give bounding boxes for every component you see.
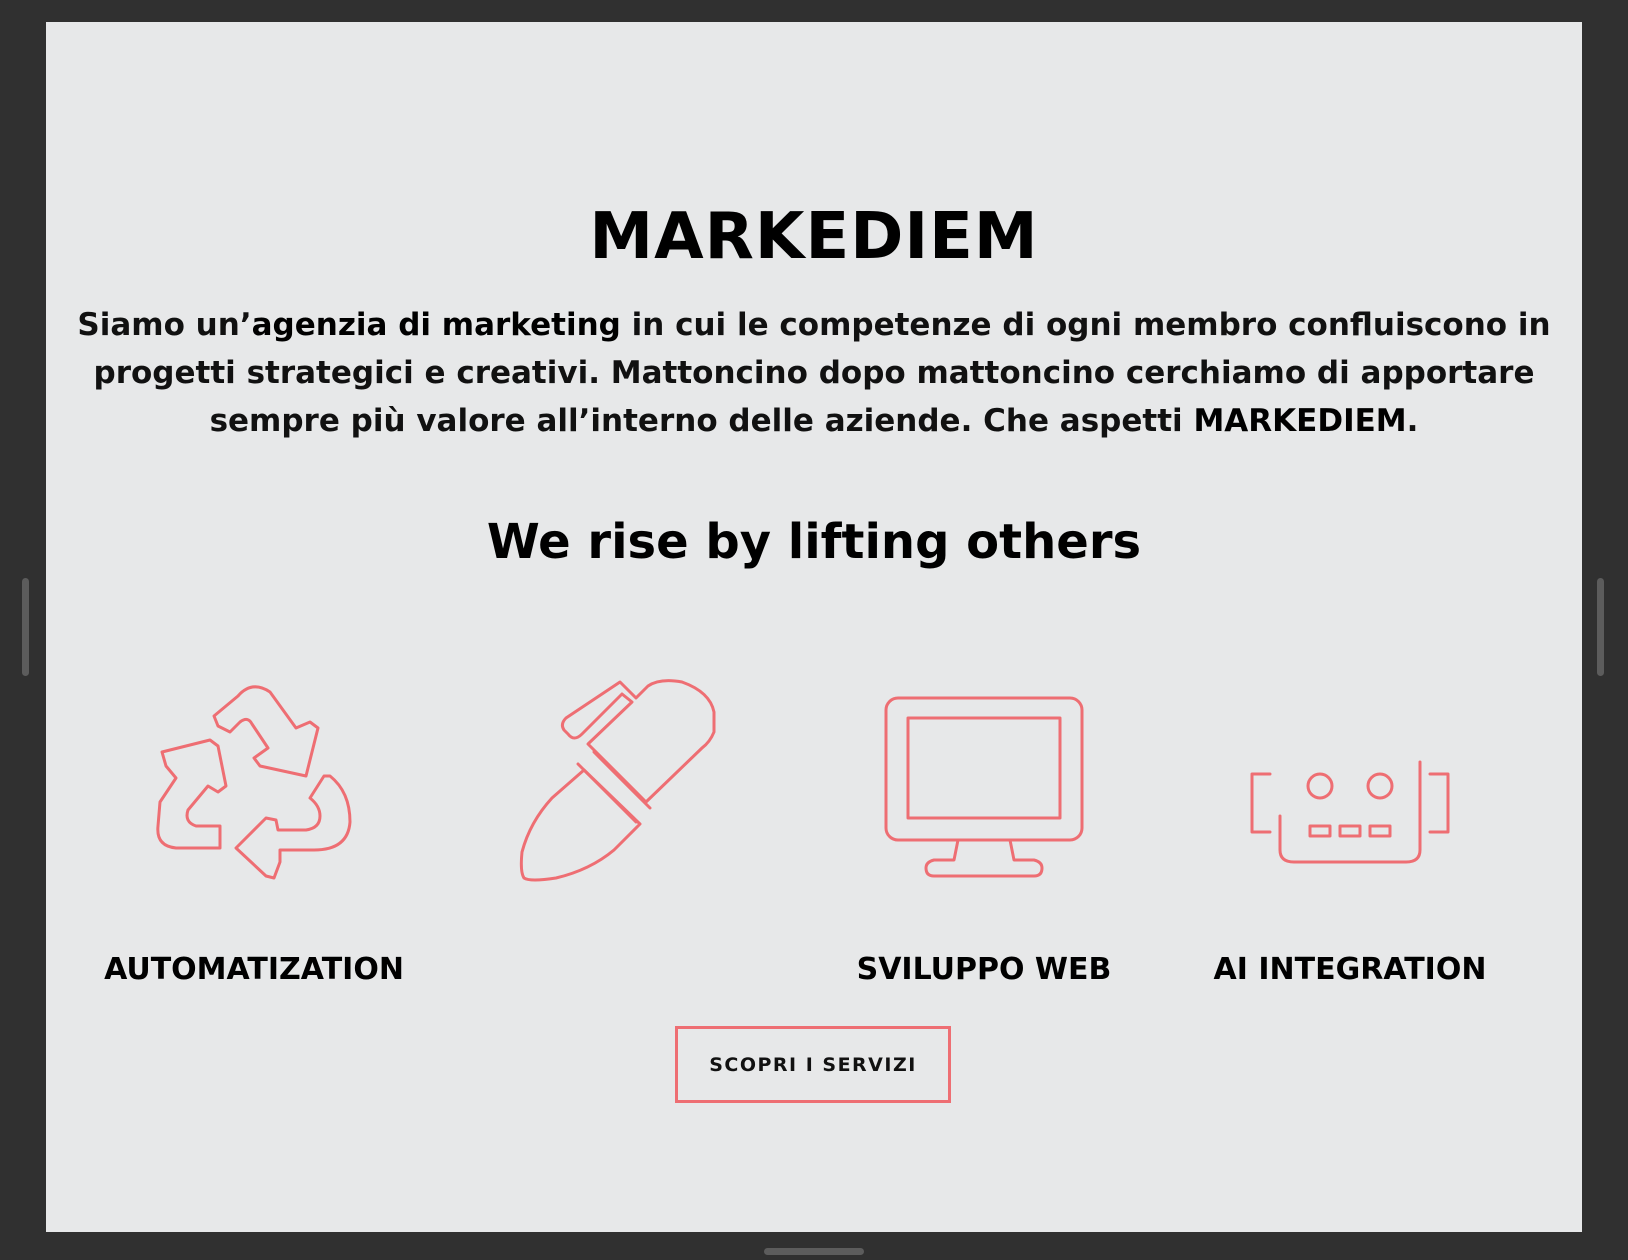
- intro-paragraph: Siamo un’agenzia di marketing in cui le …: [76, 301, 1552, 445]
- robot-icon: [1250, 760, 1450, 864]
- pen-icon: [519, 679, 716, 882]
- intro-text-3: .: [1406, 403, 1419, 439]
- right-resize-handle[interactable]: [1597, 578, 1604, 676]
- service-label: AUTOMATIZATION: [104, 952, 404, 987]
- monitor-icon: [884, 696, 1084, 878]
- service-automatization: AUTOMATIZATION: [84, 682, 424, 987]
- service-pen: [448, 679, 788, 882]
- service-label: SVILUPPO WEB: [856, 952, 1112, 987]
- intro-strong-brand: MARKEDIEM: [1193, 403, 1407, 439]
- service-sviluppo-web: SVILUPPO WEB: [814, 682, 1154, 987]
- intro-text-1: Siamo un’: [77, 307, 252, 343]
- page-title: MARKEDIEM: [589, 199, 1039, 274]
- recycle-icon: [156, 685, 352, 880]
- tagline: We rise by lifting others: [486, 513, 1142, 570]
- scopri-servizi-button[interactable]: SCOPRI I SERVIZI: [675, 1026, 951, 1103]
- service-ai-integration: AI INTEGRATION: [1180, 682, 1520, 987]
- service-label: AI INTEGRATION: [1213, 952, 1487, 987]
- left-resize-handle[interactable]: [22, 578, 29, 676]
- intro-strong-agency: agenzia di marketing: [251, 307, 621, 343]
- bottom-resize-handle[interactable]: [764, 1248, 864, 1255]
